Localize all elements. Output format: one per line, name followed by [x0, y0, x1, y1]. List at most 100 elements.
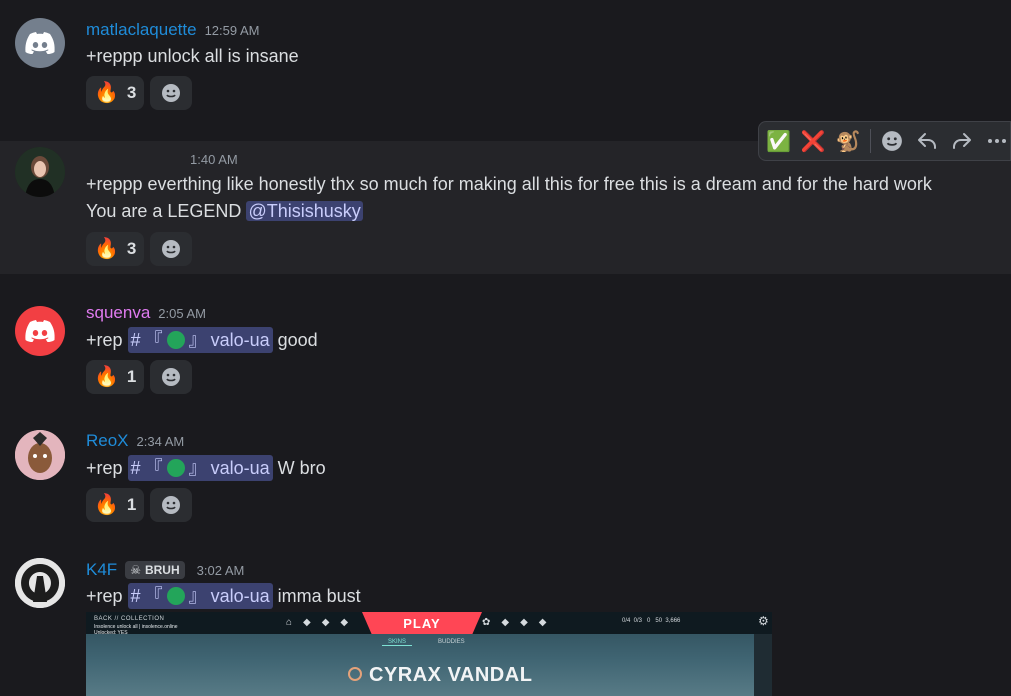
skins-tab[interactable]: SKINS [382, 639, 413, 646]
reply-button[interactable] [913, 127, 940, 155]
reaction-fire[interactable]: 🔥 3 [86, 232, 145, 266]
smiley-icon [162, 84, 181, 102]
add-reaction-toolbar-button[interactable] [879, 127, 906, 155]
check-reaction-button[interactable]: ✅ [765, 127, 792, 155]
hash-icon: # [130, 330, 141, 350]
fire-emoji-icon: 🔥 [94, 238, 119, 260]
username[interactable]: K4F [86, 560, 117, 580]
back-collection-label[interactable]: BACK // COLLECTION [94, 616, 164, 622]
channel-link[interactable]: # 『 』 valo-ua [127, 455, 273, 481]
fire-emoji-icon: 🔥 [94, 82, 119, 104]
user-mention[interactable]: @Thisishusky [246, 201, 363, 221]
green-circle-icon [166, 587, 185, 605]
message-prefix: +rep [86, 586, 123, 606]
currency-stats: 0/4 0/3 0 50 3,666 [622, 618, 681, 624]
buddies-tab[interactable]: BUDDIES [432, 639, 471, 645]
avatar[interactable] [15, 18, 65, 68]
timestamp[interactable]: 1:40 AM [190, 152, 238, 167]
weapon-name: CYRAX VANDAL [369, 664, 533, 686]
smiley-icon [882, 131, 902, 151]
username[interactable]: squenva [86, 303, 150, 323]
profile-photo-icon [15, 147, 65, 197]
timestamp[interactable]: 2:34 AM [137, 434, 185, 449]
more-dots-icon [987, 139, 1006, 143]
avatar[interactable] [15, 558, 65, 608]
username[interactable]: matlaclaquette [86, 20, 197, 40]
nav-icons-left: ⌂◆◆◆ [286, 617, 360, 628]
message-text: +reppp unlock all is insane [86, 46, 299, 66]
anime-character-avatar-icon [15, 430, 65, 480]
discord-logo-icon [25, 320, 55, 342]
channel-name: valo-ua [210, 586, 270, 606]
username[interactable]: ReoX [86, 431, 129, 451]
avatar[interactable] [15, 430, 65, 480]
cross-icon: ❌ [800, 130, 826, 153]
reply-icon [917, 133, 936, 149]
timestamp[interactable]: 3:02 AM [197, 563, 245, 578]
smiley-icon [162, 368, 181, 386]
settings-gear-icon[interactable]: ⚙ [758, 614, 769, 628]
message-prefix: +rep [86, 458, 123, 478]
cross-reaction-button[interactable]: ❌ [800, 127, 827, 155]
smiley-icon [162, 240, 181, 258]
message-text-line-2: You are a LEGEND @Thisishusky [86, 198, 363, 224]
hash-icon: # [130, 586, 141, 606]
bracket-close: 』 [188, 330, 207, 350]
bracket-close: 』 [188, 586, 207, 606]
unlock-info-line-2: Unlocked: YES [94, 630, 128, 636]
add-reaction-button[interactable] [150, 76, 193, 110]
reaction-fire[interactable]: 🔥 1 [86, 360, 145, 394]
more-options-button[interactable] [983, 127, 1010, 155]
message-text-line-1: +reppp everthing like honestly thx so mu… [86, 174, 932, 194]
reaction-fire[interactable]: 🔥 3 [86, 76, 145, 110]
green-circle-icon [166, 459, 185, 477]
message-hover-toolbar: ✅ ❌ 🐒 [758, 121, 1011, 161]
add-reaction-button[interactable] [150, 232, 193, 266]
fire-emoji-icon: 🔥 [94, 366, 119, 388]
forward-button[interactable] [948, 127, 975, 155]
reaction-count: 1 [126, 367, 137, 386]
message-1: matlaclaquette 12:59 AM +reppp unlock al… [0, 0, 1011, 125]
message-text: You are a LEGEND [86, 201, 247, 221]
bracket-open: 『 [144, 586, 163, 606]
image-attachment[interactable]: BACK // COLLECTION Insolence unlock all … [86, 612, 772, 696]
channel-name: valo-ua [210, 330, 270, 350]
tag-label: BRUH [144, 563, 180, 577]
channel-link[interactable]: # 『 』 valo-ua [127, 583, 273, 609]
message-suffix: imma bust [277, 586, 361, 606]
add-reaction-button[interactable] [150, 488, 193, 522]
server-tag[interactable]: ☠ BRUH [125, 561, 185, 579]
channel-link[interactable]: # 『 』 valo-ua [127, 327, 273, 353]
skull-icon: ☠ [130, 563, 141, 577]
message-4: ReoX 2:34 AM +rep # 『 』 valo-ua W bro 🔥 1 [0, 418, 1011, 538]
message-prefix: +rep [86, 330, 123, 350]
avatar[interactable] [15, 306, 65, 356]
hash-icon: # [130, 458, 141, 478]
nav-icons-right: ✿◆◆◆ [482, 617, 558, 628]
toolbar-divider [869, 129, 871, 153]
add-reaction-button[interactable] [150, 360, 193, 394]
timestamp[interactable]: 12:59 AM [205, 23, 260, 38]
side-panel [754, 634, 772, 696]
avatar[interactable] [15, 147, 65, 197]
reaction-count: 3 [126, 239, 137, 258]
monkey-reaction-button[interactable]: 🐒 [835, 127, 862, 155]
forward-icon [952, 133, 971, 149]
message-3: squenva 2:05 AM +rep # 『 』 valo-ua good 🔥 1 [0, 290, 1011, 410]
message-text: +rep # 『 』 valo-ua W bro [86, 455, 326, 481]
discord-logo-icon [25, 32, 55, 54]
bracket-open: 『 [144, 330, 163, 350]
reaction-fire[interactable]: 🔥 1 [86, 488, 145, 522]
smiley-icon [162, 496, 181, 514]
reaction-count: 3 [126, 83, 137, 102]
bracket-close: 』 [188, 458, 207, 478]
monkey-icon: 🐒 [835, 130, 861, 153]
message-text: +rep # 『 』 valo-ua good [86, 327, 318, 353]
timestamp[interactable]: 2:05 AM [158, 306, 206, 321]
message-suffix: W bro [277, 458, 326, 478]
check-icon: ✅ [765, 130, 791, 153]
play-button[interactable]: PLAY [362, 612, 482, 634]
message-suffix: good [277, 330, 318, 350]
bracket-open: 『 [144, 458, 163, 478]
reaction-count: 1 [126, 495, 137, 514]
